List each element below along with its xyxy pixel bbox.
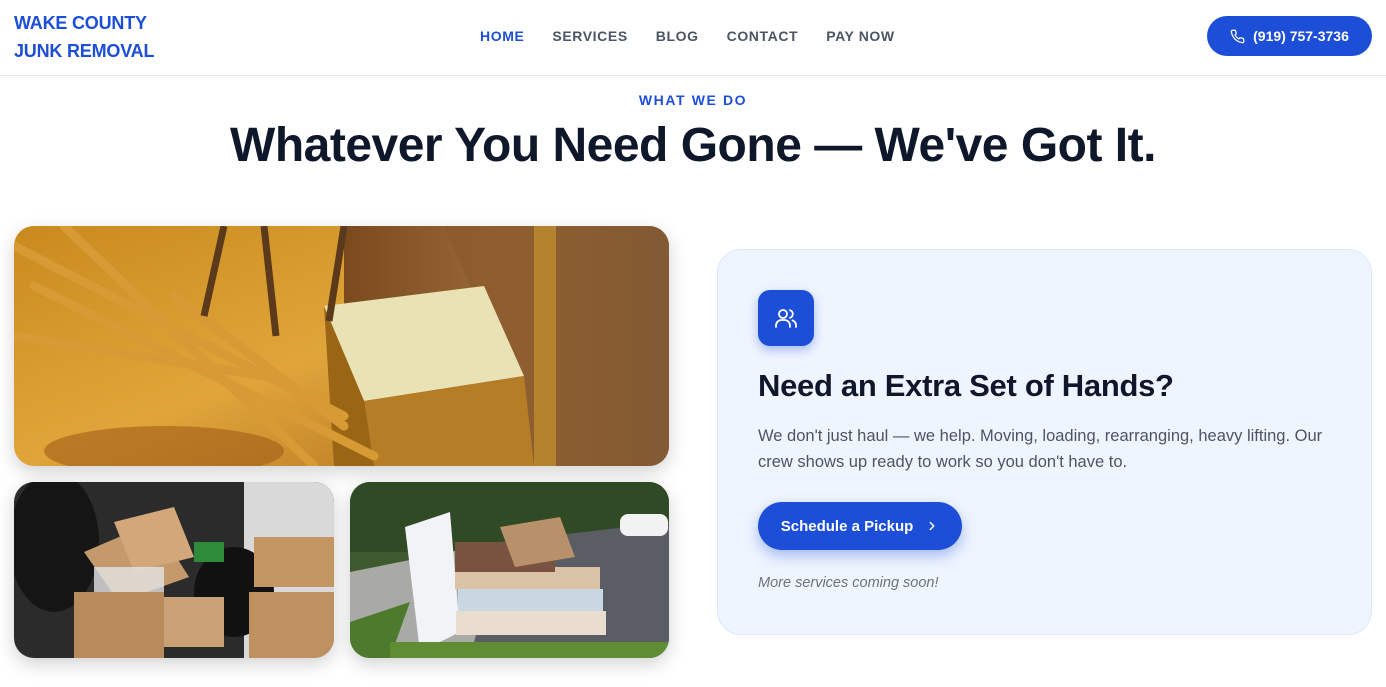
main-nav: HOME SERVICES BLOG CONTACT PAY NOW (480, 26, 923, 46)
logo-line-1: WAKE COUNTY (14, 13, 147, 33)
site-logo[interactable]: WAKE COUNTY JUNK REMOVAL (14, 9, 184, 65)
nav-home[interactable]: HOME (480, 26, 524, 46)
users-icon (758, 290, 814, 346)
phone-button-label: (919) 757-3736 (1253, 28, 1349, 44)
card-description: We don't just haul — we help. Moving, lo… (758, 427, 1323, 471)
nav-services[interactable]: SERVICES (552, 26, 627, 46)
phone-button[interactable]: (919) 757-3736 (1207, 16, 1372, 56)
card-title: Need an Extra Set of Hands? (758, 368, 1174, 403)
section-eyebrow: WHAT WE DO (638, 92, 748, 108)
chevron-right-icon (929, 521, 935, 531)
nav-blog[interactable]: BLOG (656, 26, 699, 46)
phone-icon (1230, 29, 1245, 43)
card-note: More services coming soon! (758, 575, 939, 591)
photo-curbside-mattresses (350, 482, 669, 658)
nav-contact[interactable]: CONTACT (727, 26, 799, 46)
extra-hands-card: Need an Extra Set of Hands? We don't jus… (717, 249, 1372, 635)
photo-boxes-and-bags (14, 482, 334, 658)
site-header: WAKE COUNTY JUNK REMOVAL HOME SERVICES B… (0, 0, 1386, 76)
nav-pay-now[interactable]: PAY NOW (826, 26, 895, 46)
schedule-pickup-label: Schedule a Pickup (780, 517, 914, 535)
logo-line-2: JUNK REMOVAL (14, 41, 155, 61)
schedule-pickup-button[interactable]: Schedule a Pickup (758, 502, 962, 550)
section-headline: Whatever You Need Gone — We've Got It. (230, 119, 1156, 172)
photo-broken-furniture (14, 226, 669, 466)
